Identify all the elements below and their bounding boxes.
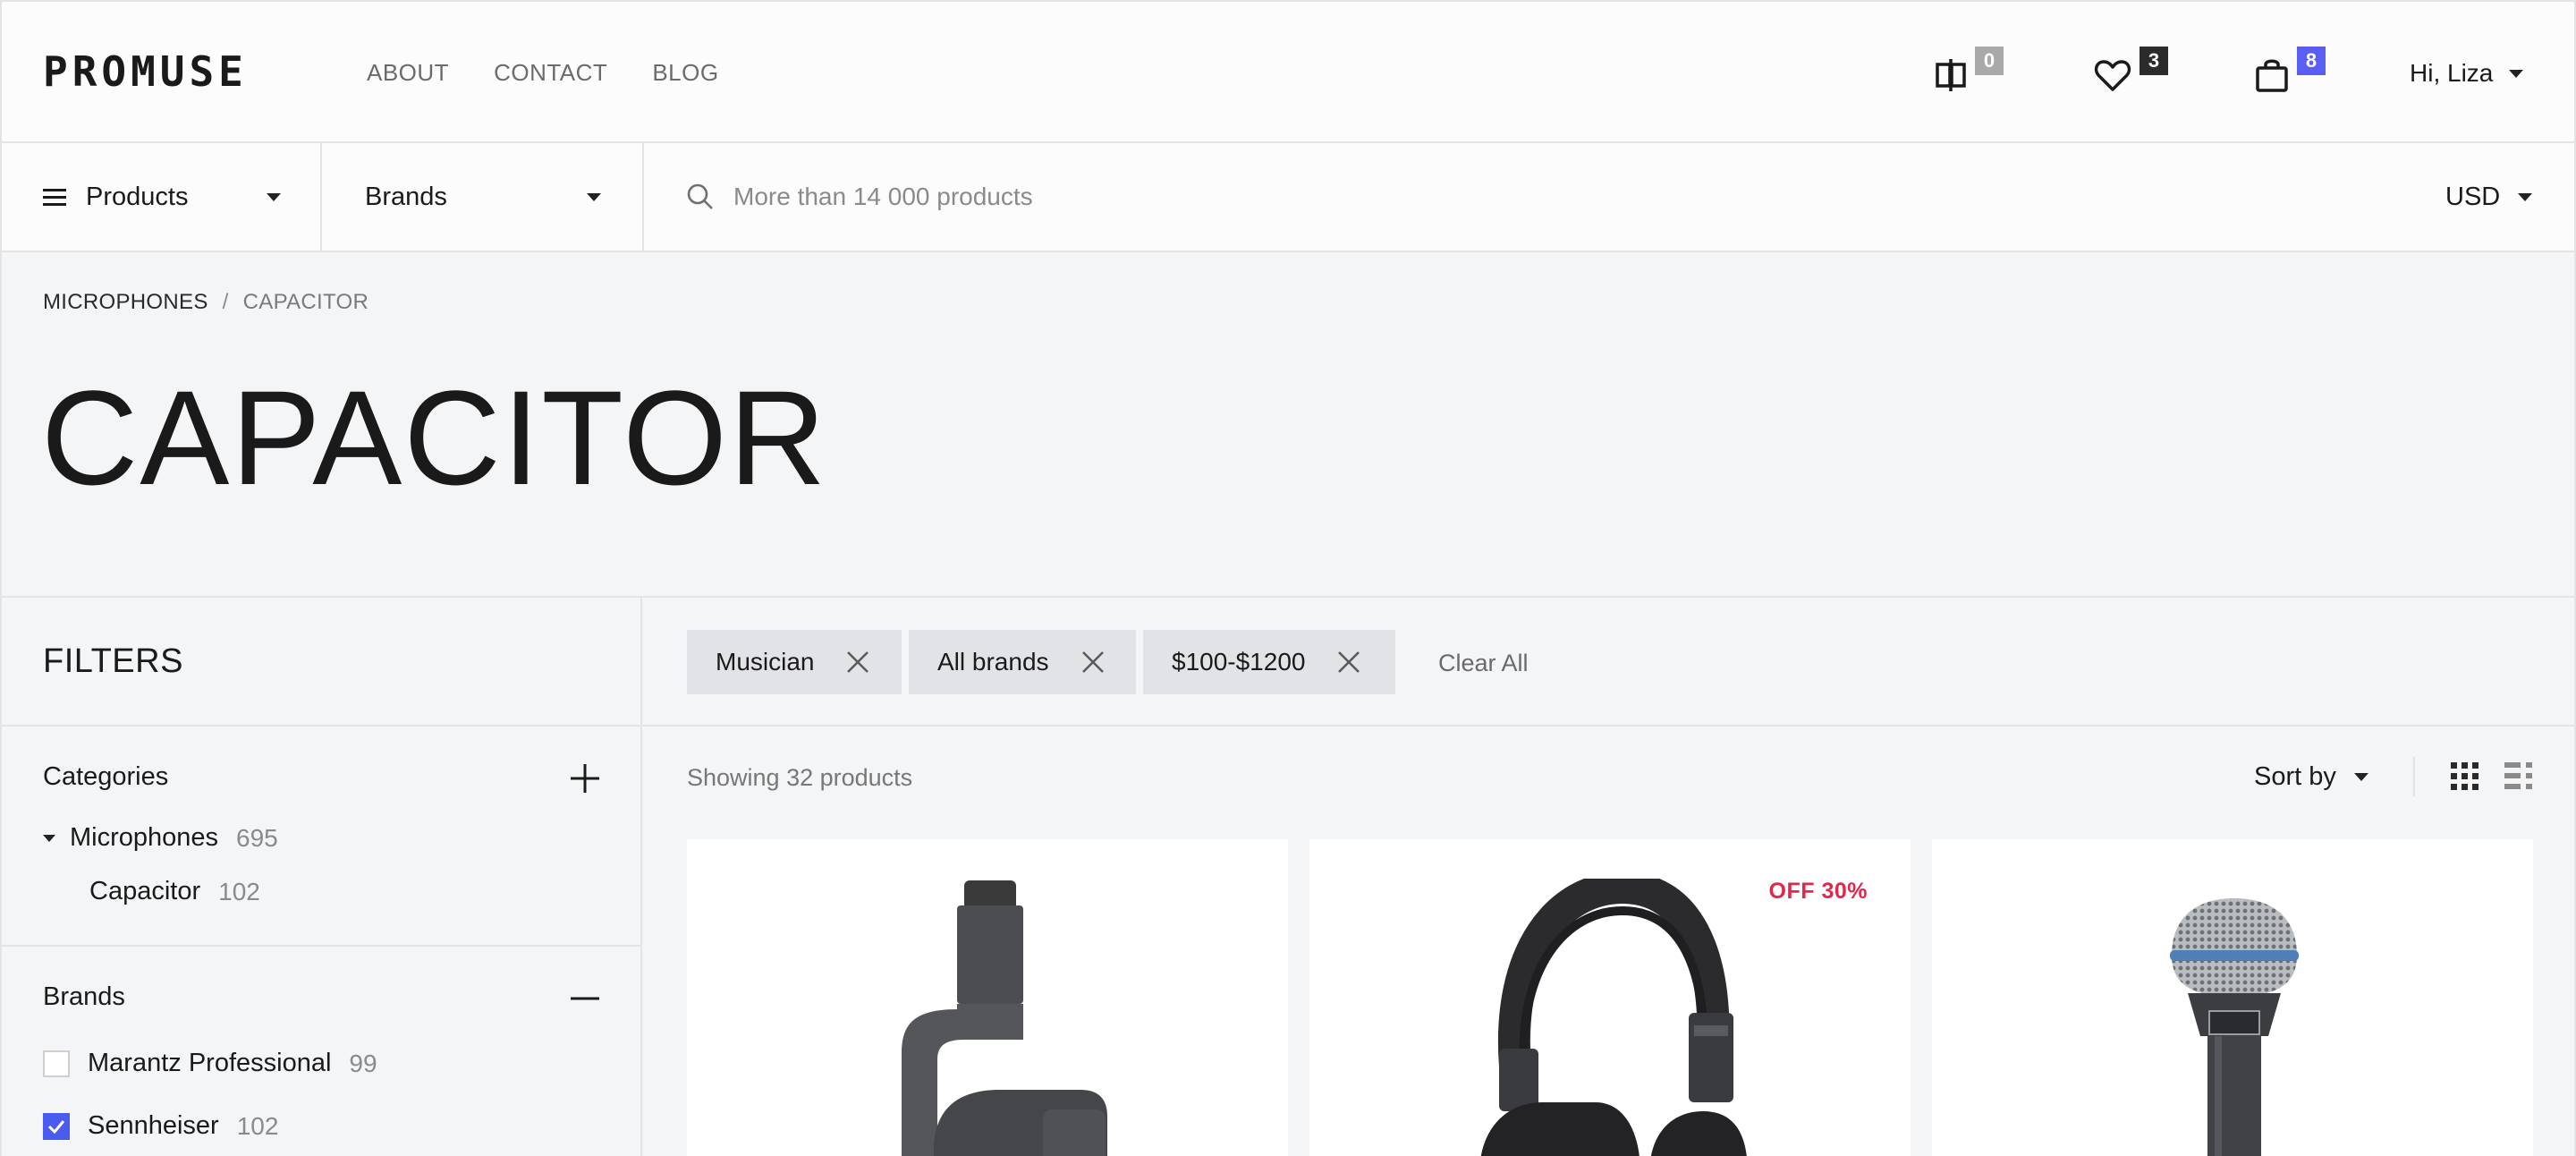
divider <box>2413 757 2415 796</box>
divider <box>320 143 322 251</box>
breadcrumb: MICROPHONES / CAPACITOR <box>43 290 369 315</box>
product-card[interactable]: OFF 30% <box>1309 839 1911 1156</box>
divider <box>0 725 2576 727</box>
chevron-down-icon <box>587 192 601 201</box>
category-item-capacitor[interactable]: Capacitor 102 <box>89 877 260 906</box>
chevron-down-icon <box>2509 69 2524 78</box>
close-icon[interactable] <box>1337 650 1360 674</box>
sort-label: Sort by <box>2254 762 2336 791</box>
sale-badge: OFF 30% <box>1768 879 1868 904</box>
brand-label: Marantz Professional <box>88 1049 332 1077</box>
user-menu[interactable]: Hi, Liza <box>2410 59 2524 88</box>
minus-icon[interactable] <box>569 982 601 1015</box>
filter-chip[interactable]: Musician <box>687 630 902 694</box>
categories-title: Categories <box>43 762 169 791</box>
search-bar[interactable]: More than 14 000 products <box>687 143 2118 251</box>
cart-badge: 8 <box>2297 47 2326 75</box>
menu-icon <box>43 189 66 206</box>
product-card[interactable] <box>687 839 1288 1156</box>
currency-select[interactable]: USD <box>2445 143 2544 251</box>
sub-bar: Products Brands More than 14 000 product… <box>0 143 2576 252</box>
brand-item-marantz[interactable]: Marantz Professional 99 <box>43 1049 377 1078</box>
brands-dropdown[interactable]: Brands <box>365 143 601 251</box>
chevron-down-icon <box>267 192 281 201</box>
top-nav: ABOUT CONTACT BLOG <box>367 59 764 87</box>
chip-label: All brands <box>937 648 1049 676</box>
brand-checkbox[interactable] <box>43 1112 70 1140</box>
chip-label: Musician <box>716 648 815 676</box>
heart-icon[interactable] <box>2093 55 2132 95</box>
dynamic-microphone-icon <box>2170 898 2299 1156</box>
chevron-down-icon <box>43 834 55 842</box>
filter-chip[interactable]: $100-$1200 <box>1143 630 1395 694</box>
chevron-down-icon <box>2353 773 2368 781</box>
bag-icon[interactable] <box>2252 55 2292 95</box>
brand-count: 99 <box>349 1049 377 1077</box>
sort-dropdown[interactable]: Sort by <box>2254 762 2368 792</box>
list-view-icon[interactable] <box>2504 762 2533 791</box>
category-label: Microphones <box>70 823 219 852</box>
divider <box>642 143 644 251</box>
compare-badge: 0 <box>1975 47 2004 75</box>
divider <box>0 252 2 1156</box>
boom-arm-microphone-icon <box>902 880 1107 1156</box>
filter-chip[interactable]: All brands <box>909 630 1136 694</box>
close-icon[interactable] <box>1081 650 1105 674</box>
wishlist-badge: 3 <box>2140 47 2168 75</box>
breadcrumb-separator: / <box>222 290 229 314</box>
nav-link-about[interactable]: ABOUT <box>367 59 449 87</box>
breadcrumb-item: CAPACITOR <box>242 290 369 314</box>
brands-label: Brands <box>365 182 447 211</box>
nav-link-contact[interactable]: CONTACT <box>494 59 607 87</box>
brand-checkbox[interactable] <box>43 1050 70 1077</box>
divider <box>640 596 642 1156</box>
search-icon <box>687 183 713 209</box>
chip-label: $100-$1200 <box>1172 648 1306 676</box>
results-count: Showing 32 products <box>687 764 913 791</box>
brand-count: 102 <box>236 1111 279 1140</box>
top-header: PROMUSE ABOUT CONTACT BLOG 0 3 8 Hi, Liz… <box>0 0 2576 143</box>
products-dropdown[interactable]: Products <box>43 143 281 251</box>
category-count: 695 <box>236 823 278 852</box>
divider <box>0 596 2576 598</box>
filters-title: FILTERS <box>43 642 183 680</box>
grid-view-icon[interactable] <box>2451 762 2479 791</box>
logo[interactable]: PROMUSE <box>43 47 248 96</box>
product-card[interactable] <box>1932 839 2533 1156</box>
check-icon <box>47 1119 65 1134</box>
search-input[interactable]: More than 14 000 products <box>733 183 1033 211</box>
products-label: Products <box>86 182 189 211</box>
breadcrumb-item[interactable]: MICROPHONES <box>43 290 208 315</box>
divider <box>0 945 642 947</box>
headphones-icon <box>1480 879 1747 1156</box>
compare-icon[interactable] <box>1932 55 1971 95</box>
logo-text: PROMUSE <box>43 47 248 96</box>
plus-icon[interactable] <box>569 762 601 795</box>
brands-title: Brands <box>43 982 125 1011</box>
page-title: CAPACITOR <box>41 362 828 513</box>
category-label: Capacitor <box>89 877 201 905</box>
close-icon[interactable] <box>846 650 869 674</box>
category-item-microphones[interactable]: Microphones 695 <box>43 823 278 853</box>
user-greeting: Hi, Liza <box>2410 59 2494 87</box>
chevron-down-icon <box>2518 192 2533 201</box>
clear-all-button[interactable]: Clear All <box>1438 650 1529 677</box>
currency-label: USD <box>2445 182 2501 211</box>
category-count: 102 <box>218 877 260 905</box>
nav-link-blog[interactable]: BLOG <box>652 59 718 87</box>
brand-label: Sennheiser <box>88 1111 219 1140</box>
brand-item-sennheiser[interactable]: Sennheiser 102 <box>43 1111 278 1141</box>
